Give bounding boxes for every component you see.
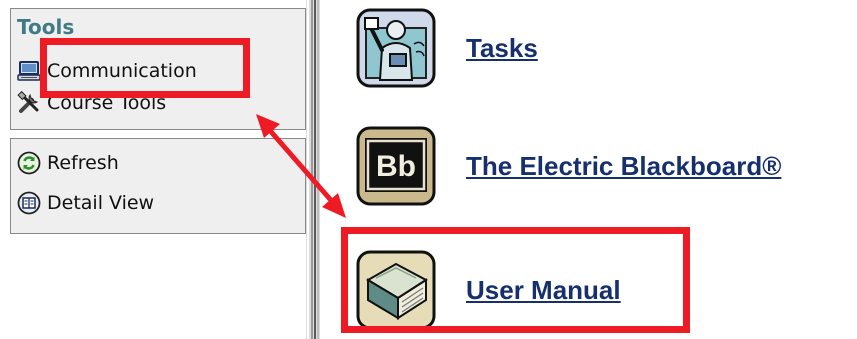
refresh-link[interactable]: Refresh: [17, 151, 119, 175]
refresh-label: Refresh: [47, 152, 119, 174]
tasks-row: Tasks: [356, 8, 538, 88]
detail-view-link[interactable]: Detail View: [17, 191, 154, 215]
communication-label: Communication: [47, 60, 197, 82]
tools-title: Tools: [17, 15, 75, 39]
book-icon[interactable]: [356, 250, 436, 330]
tools-panel: Tools Communication Course Tools: [10, 8, 306, 130]
user-manual-row: User Manual: [356, 250, 621, 330]
electric-blackboard-link[interactable]: The Electric Blackboard®: [466, 151, 781, 182]
blackboard-bb-icon[interactable]: Bb: [356, 126, 436, 206]
actions-panel: Refresh Detail View: [10, 138, 306, 234]
course-tools-link[interactable]: Course Tools: [17, 90, 167, 115]
course-tools-label: Course Tools: [47, 92, 167, 114]
teacher-icon[interactable]: [356, 8, 436, 88]
detail-view-label: Detail View: [47, 192, 155, 214]
tools-icon: [17, 90, 41, 115]
refresh-icon: [17, 151, 41, 175]
frame-divider[interactable]: [306, 0, 320, 339]
communication-link[interactable]: Communication: [17, 59, 197, 83]
user-manual-link[interactable]: User Manual: [466, 275, 621, 306]
tasks-link[interactable]: Tasks: [466, 33, 538, 64]
computer-icon: [17, 59, 41, 83]
detail-view-icon: [17, 191, 41, 215]
svg-text:Bb: Bb: [376, 150, 416, 183]
blackboard-row: Bb The Electric Blackboard®: [356, 126, 781, 206]
